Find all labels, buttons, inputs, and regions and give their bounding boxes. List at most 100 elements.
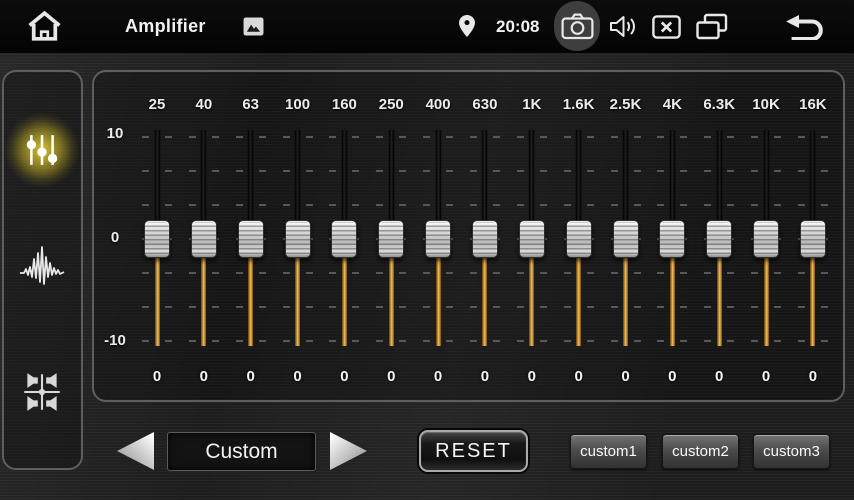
band-slider[interactable]	[368, 130, 415, 350]
waveform-icon	[18, 245, 66, 287]
band-value-label: 0	[555, 368, 602, 385]
band-frequency-label: 2.5K	[602, 96, 649, 113]
band-slider[interactable]	[555, 130, 602, 350]
custom1-button[interactable]: custom1	[570, 434, 647, 469]
band-slider[interactable]	[180, 130, 227, 350]
page-title: Amplifier	[125, 0, 206, 53]
band-slider[interactable]	[743, 130, 790, 350]
slider-knob[interactable]	[425, 220, 451, 258]
gallery-button[interactable]	[243, 17, 264, 36]
eq-band: 40 0	[180, 72, 227, 400]
band-value-label: 0	[743, 368, 790, 385]
volume-button[interactable]	[609, 14, 638, 39]
band-frequency-label: 63	[227, 96, 274, 113]
band-frequency-label: 160	[321, 96, 368, 113]
band-slider[interactable]	[602, 130, 649, 350]
slider-knob[interactable]	[800, 220, 826, 258]
band-slider[interactable]	[696, 130, 743, 350]
band-slider[interactable]	[134, 130, 181, 350]
band-frequency-label: 25	[134, 96, 181, 113]
band-value-label: 0	[180, 368, 227, 385]
amplifier-screen: Amplifier 20:08	[0, 0, 854, 500]
slider-knob[interactable]	[378, 220, 404, 258]
band-slider[interactable]	[415, 130, 462, 350]
reset-label: RESET	[435, 440, 512, 463]
eq-sliders-icon	[24, 132, 60, 168]
band-frequency-label: 16K	[789, 96, 836, 113]
scale-label-max: 10	[97, 125, 133, 142]
preset-prev-button[interactable]	[117, 432, 154, 470]
slider-knob[interactable]	[519, 220, 545, 258]
preset-selector[interactable]: Custom	[167, 432, 316, 471]
eq-band: 400 0	[415, 72, 462, 400]
slider-knob[interactable]	[144, 220, 170, 258]
slider-knob[interactable]	[613, 220, 639, 258]
eq-band: 1.6K 0	[555, 72, 602, 400]
band-frequency-label: 250	[368, 96, 415, 113]
band-slider[interactable]	[508, 130, 555, 350]
screenshot-button[interactable]	[554, 1, 600, 51]
band-slider[interactable]	[321, 130, 368, 350]
band-value-label: 0	[461, 368, 508, 385]
eq-band: 25 0	[134, 72, 181, 400]
eq-band: 16K 0	[789, 72, 836, 400]
close-app-button[interactable]	[652, 15, 681, 39]
eq-band: 160 0	[321, 72, 368, 400]
band-value-label: 0	[274, 368, 321, 385]
slider-knob[interactable]	[285, 220, 311, 258]
slider-knob[interactable]	[753, 220, 779, 258]
band-slider[interactable]	[789, 130, 836, 350]
band-frequency-label: 1.6K	[555, 96, 602, 113]
speakers-balance-icon	[19, 369, 65, 415]
band-frequency-label: 100	[274, 96, 321, 113]
eq-band: 250 0	[368, 72, 415, 400]
home-icon	[26, 10, 63, 43]
eq-band: 1K 0	[508, 72, 555, 400]
eq-band: 63 0	[227, 72, 274, 400]
equalizer-panel: 10 0 -10 25 0 40 0 63	[92, 70, 845, 402]
status-bar: Amplifier 20:08	[0, 0, 854, 53]
slider-knob[interactable]	[472, 220, 498, 258]
sidebar-item-equalizer[interactable]	[13, 121, 71, 179]
band-value-label: 0	[415, 368, 462, 385]
preset-next-button[interactable]	[330, 432, 367, 470]
scale-label-mid: 0	[97, 229, 133, 246]
slider-knob[interactable]	[238, 220, 264, 258]
band-frequency-label: 10K	[743, 96, 790, 113]
band-slider[interactable]	[649, 130, 696, 350]
band-value-label: 0	[508, 368, 555, 385]
recent-apps-icon	[695, 13, 728, 41]
band-frequency-label: 630	[461, 96, 508, 113]
eq-band: 630 0	[461, 72, 508, 400]
sidebar	[2, 70, 83, 470]
gallery-icon	[243, 17, 264, 36]
band-frequency-label: 400	[415, 96, 462, 113]
home-button[interactable]	[26, 10, 63, 43]
reset-button[interactable]: RESET	[419, 430, 528, 472]
band-slider[interactable]	[461, 130, 508, 350]
band-slider[interactable]	[274, 130, 321, 350]
band-frequency-label: 4K	[649, 96, 696, 113]
eq-band: 10K 0	[743, 72, 790, 400]
scale-label-min: -10	[97, 332, 133, 349]
band-value-label: 0	[321, 368, 368, 385]
sidebar-item-sound-effects[interactable]	[13, 237, 71, 295]
sidebar-item-balance-fader[interactable]	[13, 363, 71, 421]
band-value-label: 0	[227, 368, 274, 385]
slider-knob[interactable]	[566, 220, 592, 258]
slider-knob[interactable]	[191, 220, 217, 258]
band-value-label: 0	[696, 368, 743, 385]
custom3-button[interactable]: custom3	[753, 434, 830, 469]
custom2-button[interactable]: custom2	[662, 434, 739, 469]
recent-apps-button[interactable]	[695, 13, 728, 41]
slider-knob[interactable]	[706, 220, 732, 258]
back-button[interactable]	[785, 15, 826, 40]
band-value-label: 0	[649, 368, 696, 385]
eq-band: 100 0	[274, 72, 321, 400]
volume-icon	[609, 14, 638, 39]
slider-knob[interactable]	[659, 220, 685, 258]
slider-knob[interactable]	[331, 220, 357, 258]
camera-icon	[561, 13, 594, 40]
band-value-label: 0	[368, 368, 415, 385]
band-slider[interactable]	[227, 130, 274, 350]
